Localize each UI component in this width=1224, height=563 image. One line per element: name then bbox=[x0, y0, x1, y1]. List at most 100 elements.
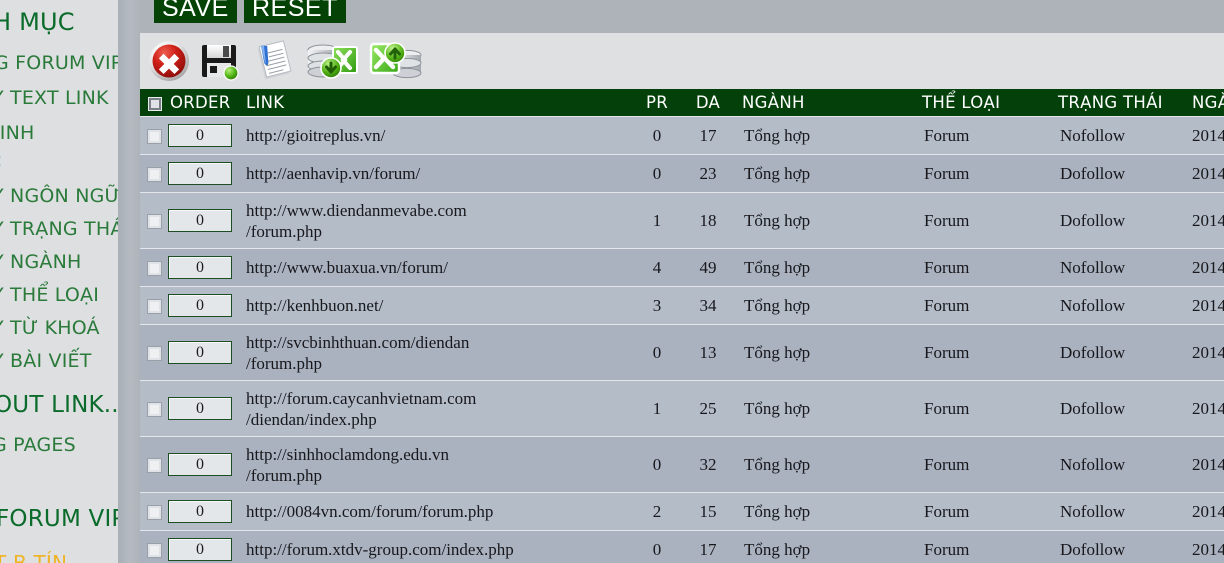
sidebar-item-10[interactable]: Y BÀI VIẾT bbox=[0, 350, 92, 372]
sidebar-item-8[interactable]: Y THỂ LOẠI bbox=[0, 284, 99, 306]
select-all-checkbox[interactable] bbox=[148, 96, 162, 111]
table-row[interactable]: http://www.diendanmevabe.com/forum.php11… bbox=[140, 192, 1224, 249]
sidebar-item-4[interactable]: C bbox=[0, 152, 1, 171]
da-cell: 18 bbox=[680, 192, 736, 249]
order-input[interactable] bbox=[168, 500, 232, 523]
sidebar-item-7[interactable]: Y NGÀNH bbox=[0, 251, 81, 273]
order-input[interactable] bbox=[168, 162, 232, 185]
table-row[interactable]: http://forum.xtdv-group.com/index.php 017… bbox=[140, 530, 1224, 563]
sidebar-item-1[interactable]: G FORUM VIP bbox=[0, 52, 118, 74]
link-cell[interactable]: http://www.buaxua.vn/forum/ bbox=[242, 248, 634, 287]
da-cell: 32 bbox=[680, 436, 736, 493]
order-cell bbox=[168, 192, 242, 249]
pr-cell: 0 bbox=[634, 530, 680, 563]
ngay-cell: 2014-05-23 bbox=[1188, 154, 1224, 193]
row-checkbox[interactable] bbox=[146, 167, 162, 183]
link-cell[interactable]: http://svcbinhthuan.com/diendan/forum.ph… bbox=[242, 324, 634, 381]
sidebar-item-14[interactable]: FORUM VIP bbox=[0, 506, 118, 532]
header-theloai[interactable]: THỂ LOẠI bbox=[918, 89, 1052, 117]
ngay-cell: 2014-05-23 bbox=[1188, 380, 1224, 437]
sidebar-item-5[interactable]: Y NGÔN NGỮ bbox=[0, 185, 118, 207]
link-text: http://aenhavip.vn/forum/ bbox=[246, 164, 421, 183]
trangthai-cell: Dofollow bbox=[1052, 324, 1188, 381]
trangthai-cell: Dofollow bbox=[1052, 192, 1188, 249]
excel-to-db-icon[interactable] bbox=[368, 38, 424, 84]
table-row[interactable]: http://svcbinhthuan.com/diendan/forum.ph… bbox=[140, 324, 1224, 381]
link-text: http://0084vn.com/forum/forum.php bbox=[246, 502, 494, 521]
sidebar-item-15[interactable]: T B TÍN bbox=[0, 551, 67, 563]
row-checkbox[interactable] bbox=[146, 299, 162, 315]
sidebar-item-9[interactable]: Y TỪ KHOÁ bbox=[0, 317, 100, 339]
order-cell bbox=[168, 248, 242, 287]
save-button[interactable]: SAVE bbox=[154, 0, 237, 23]
trangthai-cell: Dofollow bbox=[1052, 154, 1188, 193]
table-row[interactable]: http://sinhhoclamdong.edu.vn/forum.php03… bbox=[140, 436, 1224, 493]
table-row[interactable]: http://forum.caycanhvietnam.com/diendan/… bbox=[140, 380, 1224, 437]
order-input[interactable] bbox=[168, 209, 232, 232]
header-link[interactable]: LINK bbox=[242, 89, 634, 117]
row-select-cell[interactable] bbox=[140, 116, 168, 155]
table-row[interactable]: http://0084vn.com/forum/forum.php 215Tổng… bbox=[140, 492, 1224, 531]
table-row[interactable]: http://www.buaxua.vn/forum/449Tổng hợpFo… bbox=[140, 248, 1224, 287]
note-edit-icon[interactable] bbox=[250, 38, 296, 84]
order-input[interactable] bbox=[168, 397, 232, 420]
sidebar-item-3[interactable]: TINH bbox=[0, 122, 35, 144]
ngay-cell: 2014-05-23 bbox=[1188, 116, 1224, 155]
order-input[interactable] bbox=[168, 124, 232, 147]
link-cell[interactable]: http://gioitreplus.vn/ bbox=[242, 116, 634, 155]
link-text: http://forum.caycanhvietnam.com bbox=[246, 388, 477, 408]
link-cell[interactable]: http://forum.caycanhvietnam.com/diendan/… bbox=[242, 380, 634, 437]
row-checkbox[interactable] bbox=[146, 261, 162, 277]
theloai-cell: Forum bbox=[918, 380, 1052, 437]
header-da[interactable]: DA bbox=[680, 89, 736, 117]
header-nganh[interactable]: NGÀNH bbox=[736, 89, 918, 117]
header-select-all[interactable] bbox=[140, 89, 168, 117]
sidebar-item-2[interactable]: Y TEXT LINK bbox=[0, 87, 109, 109]
row-select-cell[interactable] bbox=[140, 380, 168, 437]
app-root: DANH MỤC G FORUM VIP Y TEXT LINK TINH C Y NGÔ… bbox=[0, 0, 1224, 563]
table-row[interactable]: http://gioitreplus.vn/017Tổng hợpForumNo… bbox=[140, 116, 1224, 155]
row-checkbox[interactable] bbox=[146, 129, 162, 145]
row-select-cell[interactable] bbox=[140, 248, 168, 287]
link-cell[interactable]: http://forum.xtdv-group.com/index.php bbox=[242, 530, 634, 563]
link-cell[interactable]: http://aenhavip.vn/forum/ bbox=[242, 154, 634, 193]
table-row[interactable]: http://kenhbuon.net/334Tổng hợpForumNofo… bbox=[140, 286, 1224, 325]
save-disk-icon[interactable] bbox=[196, 38, 242, 84]
row-select-cell[interactable] bbox=[140, 154, 168, 193]
order-input[interactable] bbox=[168, 453, 232, 476]
delete-icon[interactable] bbox=[146, 38, 192, 84]
row-checkbox[interactable] bbox=[146, 214, 162, 230]
row-select-cell[interactable] bbox=[140, 324, 168, 381]
sidebar: DANH MỤC G FORUM VIP Y TEXT LINK TINH C Y NGÔ… bbox=[0, 0, 118, 563]
order-input[interactable] bbox=[168, 256, 232, 279]
row-select-cell[interactable] bbox=[140, 530, 168, 563]
order-input[interactable] bbox=[168, 538, 232, 561]
sidebar-item-11[interactable]: OUT LINK... bbox=[0, 392, 118, 418]
order-input[interactable] bbox=[168, 294, 232, 317]
row-checkbox[interactable] bbox=[146, 505, 162, 521]
table-row[interactable]: http://aenhavip.vn/forum/023Tổng hợpForu… bbox=[140, 154, 1224, 193]
row-checkbox[interactable] bbox=[146, 543, 162, 559]
row-select-cell[interactable] bbox=[140, 492, 168, 531]
pr-cell: 2 bbox=[634, 492, 680, 531]
sidebar-item-6[interactable]: Y TRẠNG THÁI bbox=[0, 218, 118, 240]
reset-button[interactable]: RESET bbox=[244, 0, 346, 23]
row-select-cell[interactable] bbox=[140, 286, 168, 325]
header-pr[interactable]: PR bbox=[634, 89, 680, 117]
header-trangthai[interactable]: TRẠNG THÁI bbox=[1052, 89, 1188, 117]
link-cell[interactable]: http://sinhhoclamdong.edu.vn/forum.php bbox=[242, 436, 634, 493]
link-cell[interactable]: http://0084vn.com/forum/forum.php bbox=[242, 492, 634, 531]
row-checkbox[interactable] bbox=[146, 346, 162, 362]
row-checkbox[interactable] bbox=[146, 458, 162, 474]
link-cell[interactable]: http://www.diendanmevabe.com/forum.php bbox=[242, 192, 634, 249]
row-select-cell[interactable] bbox=[140, 436, 168, 493]
row-select-cell[interactable] bbox=[140, 192, 168, 249]
order-input[interactable] bbox=[168, 341, 232, 364]
link-cell[interactable]: http://kenhbuon.net/ bbox=[242, 286, 634, 325]
sidebar-item-12[interactable]: G PAGES bbox=[0, 434, 76, 456]
header-ngay[interactable]: NGÀY bbox=[1188, 89, 1224, 117]
row-checkbox[interactable] bbox=[146, 402, 162, 418]
sidebar-item-0[interactable]: DANH MỤC bbox=[0, 8, 75, 36]
header-order[interactable]: ORDER bbox=[168, 89, 242, 117]
db-to-excel-icon[interactable] bbox=[304, 38, 360, 84]
